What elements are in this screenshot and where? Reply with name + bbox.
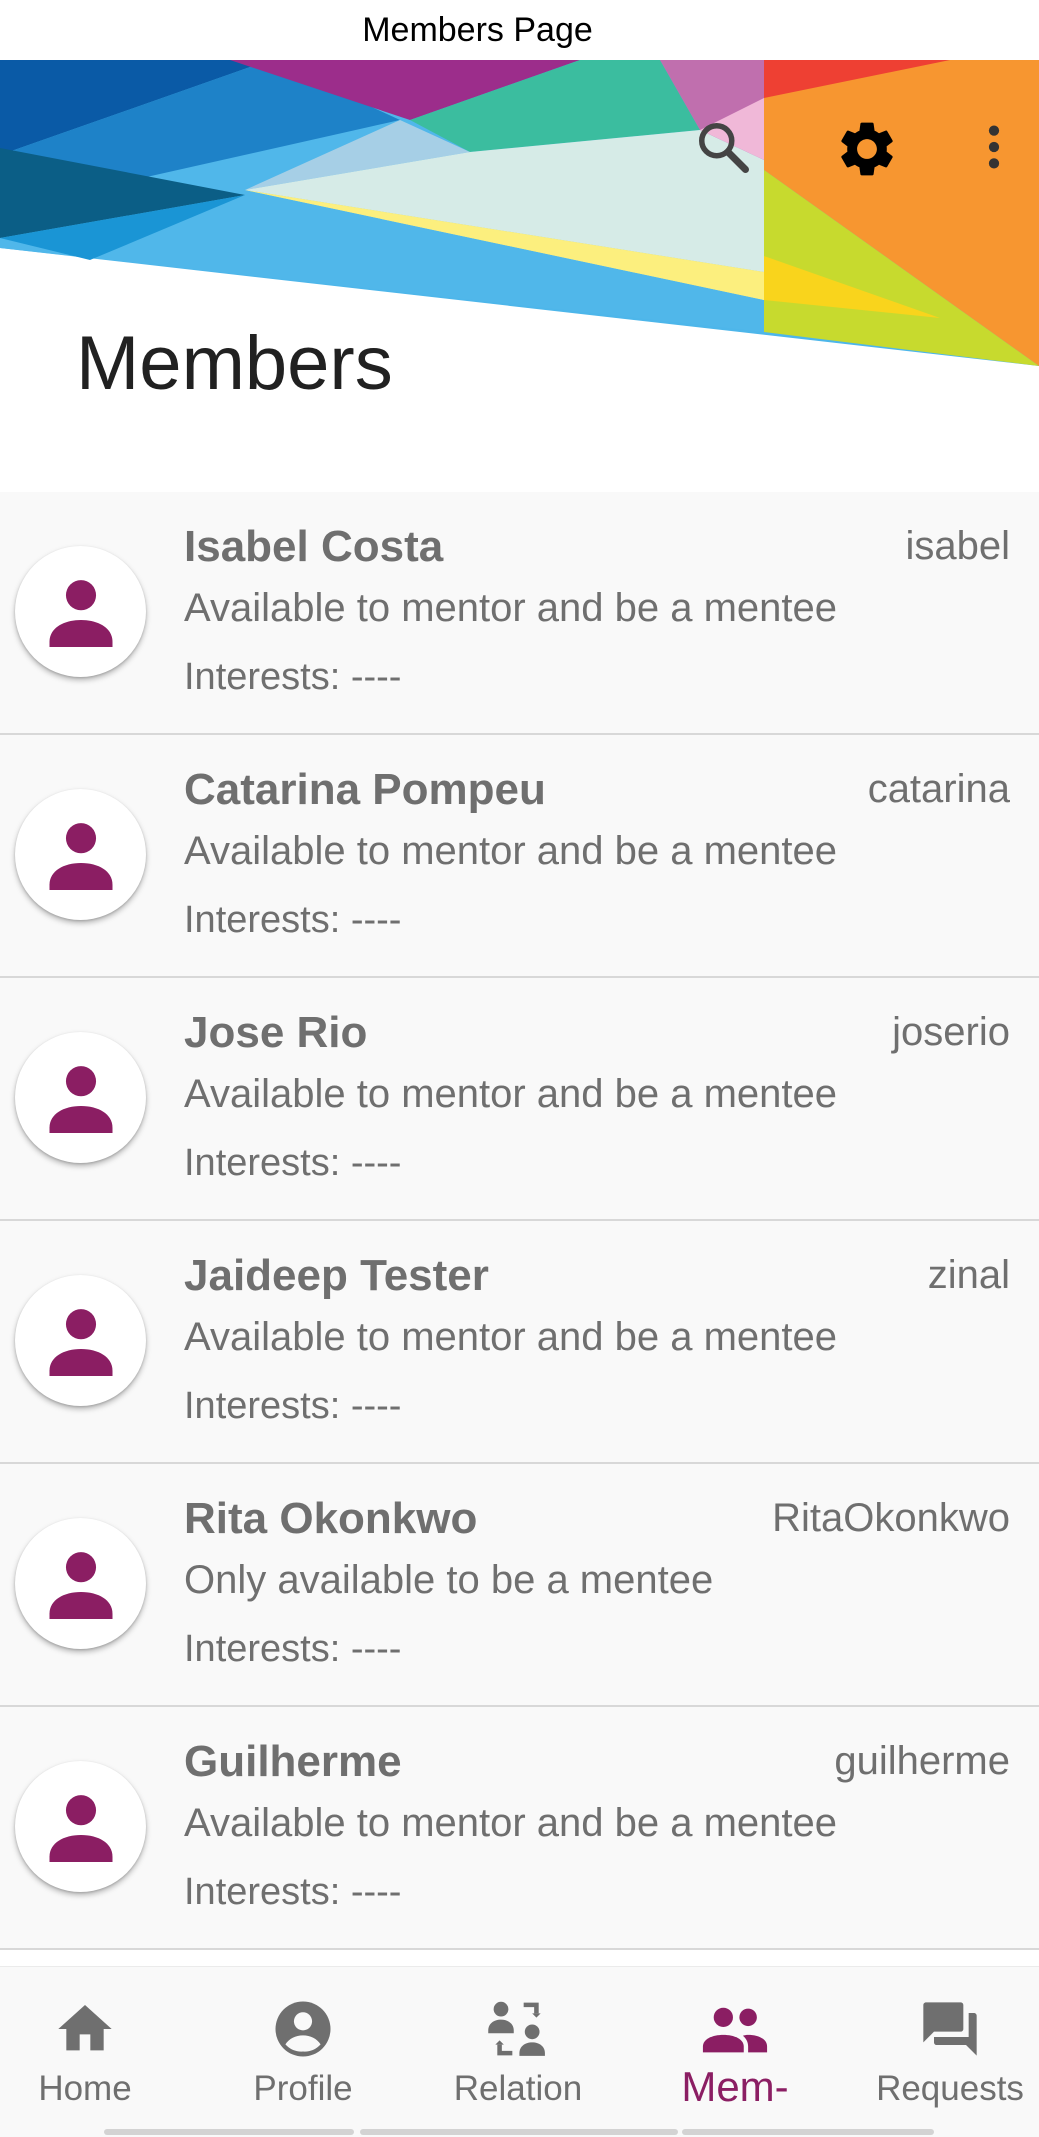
avatar	[15, 1275, 146, 1406]
home-icon	[53, 1995, 117, 2063]
member-username: catarina	[867, 767, 1010, 811]
people-icon	[700, 1995, 770, 2063]
nav-label: Requests	[876, 2069, 1024, 2108]
person-icon	[49, 822, 112, 890]
person-icon	[49, 579, 112, 647]
forum-icon	[918, 1995, 982, 2063]
bottom-navigation: Home Profile Relation Mem- Requests	[0, 1966, 1039, 2137]
member-interests: Interests: ----	[184, 1628, 402, 1670]
member-interests: Interests: ----	[184, 1142, 402, 1184]
avatar	[15, 1761, 146, 1892]
member-list-item[interactable]: Jose Rio joserio Available to mentor and…	[0, 978, 1039, 1221]
member-name: Guilherme	[184, 1737, 402, 1786]
avatar	[15, 1518, 146, 1649]
avatar	[15, 1032, 146, 1163]
nav-label: Relation	[453, 2069, 583, 2108]
nav-item-requests[interactable]: Requests	[870, 1967, 1030, 2137]
member-name: Rita Okonkwo	[184, 1494, 478, 1543]
member-username: joserio	[892, 1010, 1010, 1054]
member-availability: Available to mentor and be a mentee	[184, 586, 838, 630]
member-name: Jose Rio	[184, 1008, 368, 1057]
member-list-item[interactable]: Rita Okonkwo RitaOkonkwo Only available …	[0, 1464, 1039, 1707]
member-username: isabel	[905, 524, 1010, 568]
member-interests: Interests: ----	[184, 899, 402, 941]
members-list: Isabel Costa isabel Available to mentor …	[0, 492, 1039, 1950]
member-name: Isabel Costa	[184, 522, 444, 571]
nav-item-members[interactable]: Mem-	[645, 1967, 825, 2137]
nav-label: Home	[38, 2069, 132, 2108]
member-availability: Available to mentor and be a mentee	[184, 829, 838, 873]
member-availability: Available to mentor and be a mentee	[184, 1801, 838, 1845]
header: Members	[0, 60, 1039, 492]
member-interests: Interests: ----	[184, 1871, 402, 1913]
person-icon	[49, 1551, 112, 1619]
member-list-item[interactable]: Isabel Costa isabel Available to mentor …	[0, 492, 1039, 735]
search-icon[interactable]	[688, 112, 758, 182]
nav-item-relation[interactable]: Relation	[448, 1967, 588, 2137]
gear-icon[interactable]	[830, 112, 904, 186]
person-icon	[49, 1065, 112, 1133]
member-name: Jaideep Tester	[184, 1251, 489, 1300]
member-list-item[interactable]: Catarina Pompeu catarina Available to me…	[0, 735, 1039, 978]
member-availability: Available to mentor and be a mentee	[184, 1072, 838, 1116]
scroll-indicator	[360, 2129, 678, 2135]
relation-icon	[484, 1995, 552, 2063]
page-title: Members	[76, 321, 393, 406]
nav-label: Profile	[253, 2069, 353, 2108]
window-title: Members Page	[362, 10, 593, 49]
avatar	[15, 546, 146, 677]
avatar	[15, 789, 146, 920]
member-interests: Interests: ----	[184, 1385, 402, 1427]
member-username: zinal	[927, 1253, 1010, 1297]
window-title-bar: Members Page	[0, 0, 1039, 60]
person-icon	[49, 1308, 112, 1376]
member-interests: Interests: ----	[184, 656, 402, 698]
scroll-indicator	[682, 2129, 934, 2135]
member-list-item[interactable]: Guilherme guilherme Available to mentor …	[0, 1707, 1039, 1950]
member-list-item[interactable]: Jaideep Tester zinal Available to mentor…	[0, 1221, 1039, 1464]
nav-item-home[interactable]: Home	[20, 1967, 150, 2137]
member-username: guilherme	[834, 1739, 1010, 1783]
member-name: Catarina Pompeu	[184, 765, 546, 814]
person-icon	[49, 1794, 112, 1862]
member-availability: Only available to be a mentee	[184, 1558, 714, 1602]
nav-label: Mem-	[681, 2063, 789, 2110]
member-username: RitaOkonkwo	[772, 1496, 1010, 1540]
member-availability: Available to mentor and be a mentee	[184, 1315, 838, 1359]
scroll-indicator	[104, 2129, 354, 2135]
nav-item-profile[interactable]: Profile	[238, 1967, 368, 2137]
more-vert-icon[interactable]	[974, 112, 1014, 182]
account-circle-icon	[270, 1995, 336, 2063]
